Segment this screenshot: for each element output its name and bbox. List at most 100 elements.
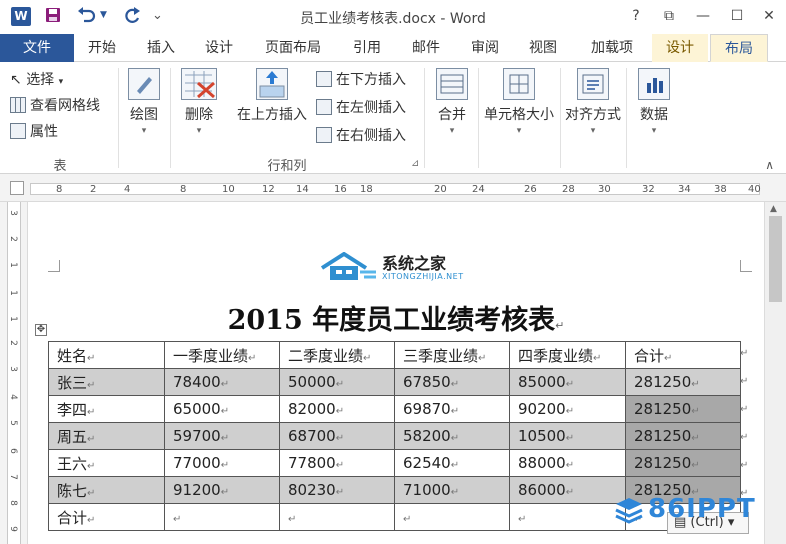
tab-table-layout[interactable]: 布局	[710, 34, 768, 62]
table-cell[interactable]: 90200↵	[509, 395, 626, 423]
table-cell[interactable]: 三季度业绩↵	[394, 341, 510, 369]
table-cell[interactable]: 88000↵	[509, 449, 626, 477]
horizontal-ruler[interactable]: 8 2 4 8 10 12 14 16 18 20 24 26 28 30 32…	[0, 174, 786, 202]
scroll-thumb[interactable]	[769, 216, 782, 302]
document-title[interactable]: 2015 年度员工业绩考核表↵	[28, 298, 764, 337]
maximize-button[interactable]: ☐	[725, 5, 749, 27]
table-cell[interactable]: ↵	[164, 503, 280, 531]
tab-addins[interactable]: 加载项	[582, 34, 642, 62]
tab-home[interactable]: 开始	[82, 34, 122, 62]
table-cell[interactable]: 281250↵	[625, 449, 741, 477]
merge-button[interactable]: 合并 ▾	[430, 68, 474, 136]
table-cell[interactable]: 80230↵	[279, 476, 395, 504]
undo-icon[interactable]	[76, 6, 98, 24]
table-cell[interactable]: 二季度业绩↵	[279, 341, 395, 369]
ruler-number: 28	[562, 184, 575, 195]
undo-dropdown-icon[interactable]: ▼	[100, 10, 107, 20]
properties-button[interactable]: 属性	[10, 120, 58, 144]
tab-review[interactable]: 审阅	[464, 34, 506, 62]
customize-qat-icon[interactable]: ⌄	[152, 8, 163, 23]
table-cell[interactable]: 77000↵	[164, 449, 280, 477]
table-cell[interactable]: 65000↵	[164, 395, 280, 423]
ruler-number: 32	[642, 184, 655, 195]
tab-references[interactable]: 引用	[346, 34, 388, 62]
data-button[interactable]: 数据 ▾	[632, 68, 676, 136]
cell-size-button[interactable]: 单元格大小 ▾	[480, 68, 558, 136]
tab-page-layout[interactable]: 页面布局	[256, 34, 330, 62]
insert-below-button[interactable]: 在下方插入	[316, 68, 406, 92]
ruler-number: 20	[434, 184, 447, 195]
table-cell[interactable]: 58200↵	[394, 422, 510, 450]
table-cell[interactable]: ↵	[509, 503, 626, 531]
rows-columns-dialog-launcher[interactable]: ⊿	[411, 158, 419, 169]
table-cell[interactable]: 69870↵	[394, 395, 510, 423]
table-cell[interactable]: 59700↵	[164, 422, 280, 450]
insert-above-button[interactable]: 在上方插入	[232, 68, 312, 124]
table-cell[interactable]: 四季度业绩↵	[509, 341, 626, 369]
chevron-down-icon: ▾	[58, 77, 64, 87]
tab-table-design[interactable]: 设计	[652, 34, 708, 62]
paragraph-mark: ↵	[555, 319, 565, 332]
table-cell[interactable]: 李四↵	[48, 395, 165, 423]
vertical-ruler[interactable]: 3 2 1 1 1 2 3 4 5 6 7 8 9	[0, 202, 28, 544]
table-cell[interactable]: 281250↵	[625, 422, 741, 450]
table-cell[interactable]: 合计↵	[625, 341, 741, 369]
document-page[interactable]: 系统之家 XITONGZHIJIA.NET 2015 年度员工业绩考核表↵ ✥ …	[28, 202, 764, 544]
table-cell[interactable]: 86000↵	[509, 476, 626, 504]
table-cell[interactable]: 71000↵	[394, 476, 510, 504]
insert-left-button[interactable]: 在左侧插入	[316, 96, 406, 120]
minimize-button[interactable]: —	[691, 5, 715, 27]
table-cell[interactable]: 281250↵	[625, 368, 741, 396]
tab-design[interactable]: 设计	[198, 34, 240, 62]
help-button[interactable]: ?	[624, 5, 648, 27]
chevron-down-icon: ▾	[196, 126, 202, 136]
table-cell[interactable]: ↵	[279, 503, 395, 531]
select-button[interactable]: ↖ 选择 ▾	[10, 68, 63, 92]
close-button[interactable]: ✕	[757, 5, 781, 27]
view-gridlines-button[interactable]: 查看网格线	[10, 94, 100, 118]
chevron-down-icon: ▾	[651, 126, 657, 136]
table-cell[interactable]: 85000↵	[509, 368, 626, 396]
table-cell[interactable]: 50000↵	[279, 368, 395, 396]
table-move-handle-icon[interactable]: ✥	[35, 324, 47, 336]
insert-right-button[interactable]: 在右侧插入	[316, 124, 406, 148]
table-cell[interactable]: 91200↵	[164, 476, 280, 504]
redo-icon[interactable]	[122, 6, 142, 26]
word-app-icon[interactable]: W	[11, 7, 31, 26]
tab-file[interactable]: 文件	[0, 34, 74, 62]
table-cell[interactable]: 62540↵	[394, 449, 510, 477]
tab-mailings[interactable]: 邮件	[405, 34, 447, 62]
tab-view[interactable]: 视图	[522, 34, 564, 62]
table-cell[interactable]: 一季度业绩↵	[164, 341, 280, 369]
ruler-number: 2	[7, 236, 18, 242]
group-label-rows-columns: 行和列	[267, 159, 307, 174]
table-cell[interactable]: 78400↵	[164, 368, 280, 396]
table-cell[interactable]: 合计↵	[48, 503, 165, 531]
table-cell[interactable]: 陈七↵	[48, 476, 165, 504]
scroll-up-icon[interactable]: ▲	[770, 204, 777, 214]
table-cell[interactable]: 姓名↵	[48, 341, 165, 369]
tab-insert[interactable]: 插入	[140, 34, 182, 62]
group-separator	[478, 68, 479, 168]
vertical-scrollbar[interactable]: ▲	[764, 202, 786, 544]
tab-selector[interactable]	[10, 181, 24, 195]
ruler-number: 8	[7, 500, 18, 506]
table-cell[interactable]: 281250↵	[625, 395, 741, 423]
collapse-ribbon-icon[interactable]: ∧	[765, 158, 774, 172]
ribbon-display-button[interactable]: ⧉	[657, 5, 681, 27]
alignment-button[interactable]: 对齐方式 ▾	[562, 68, 624, 136]
delete-button[interactable]: 删除 ▾	[178, 68, 220, 136]
table-cell[interactable]: 68700↵	[279, 422, 395, 450]
table-cell[interactable]: 67850↵	[394, 368, 510, 396]
chevron-down-icon: ▾	[516, 126, 522, 136]
table-cell[interactable]: 张三↵	[48, 368, 165, 396]
table-cell[interactable]: 77800↵	[279, 449, 395, 477]
table-cell[interactable]: ↵	[394, 503, 510, 531]
logo-chinese-name: 系统之家	[382, 254, 447, 273]
save-icon[interactable]	[44, 6, 62, 24]
table-cell[interactable]: 82000↵	[279, 395, 395, 423]
table-cell[interactable]: 王六↵	[48, 449, 165, 477]
draw-button[interactable]: 绘图 ▾	[124, 68, 164, 136]
table-cell[interactable]: 周五↵	[48, 422, 165, 450]
table-cell[interactable]: 10500↵	[509, 422, 626, 450]
